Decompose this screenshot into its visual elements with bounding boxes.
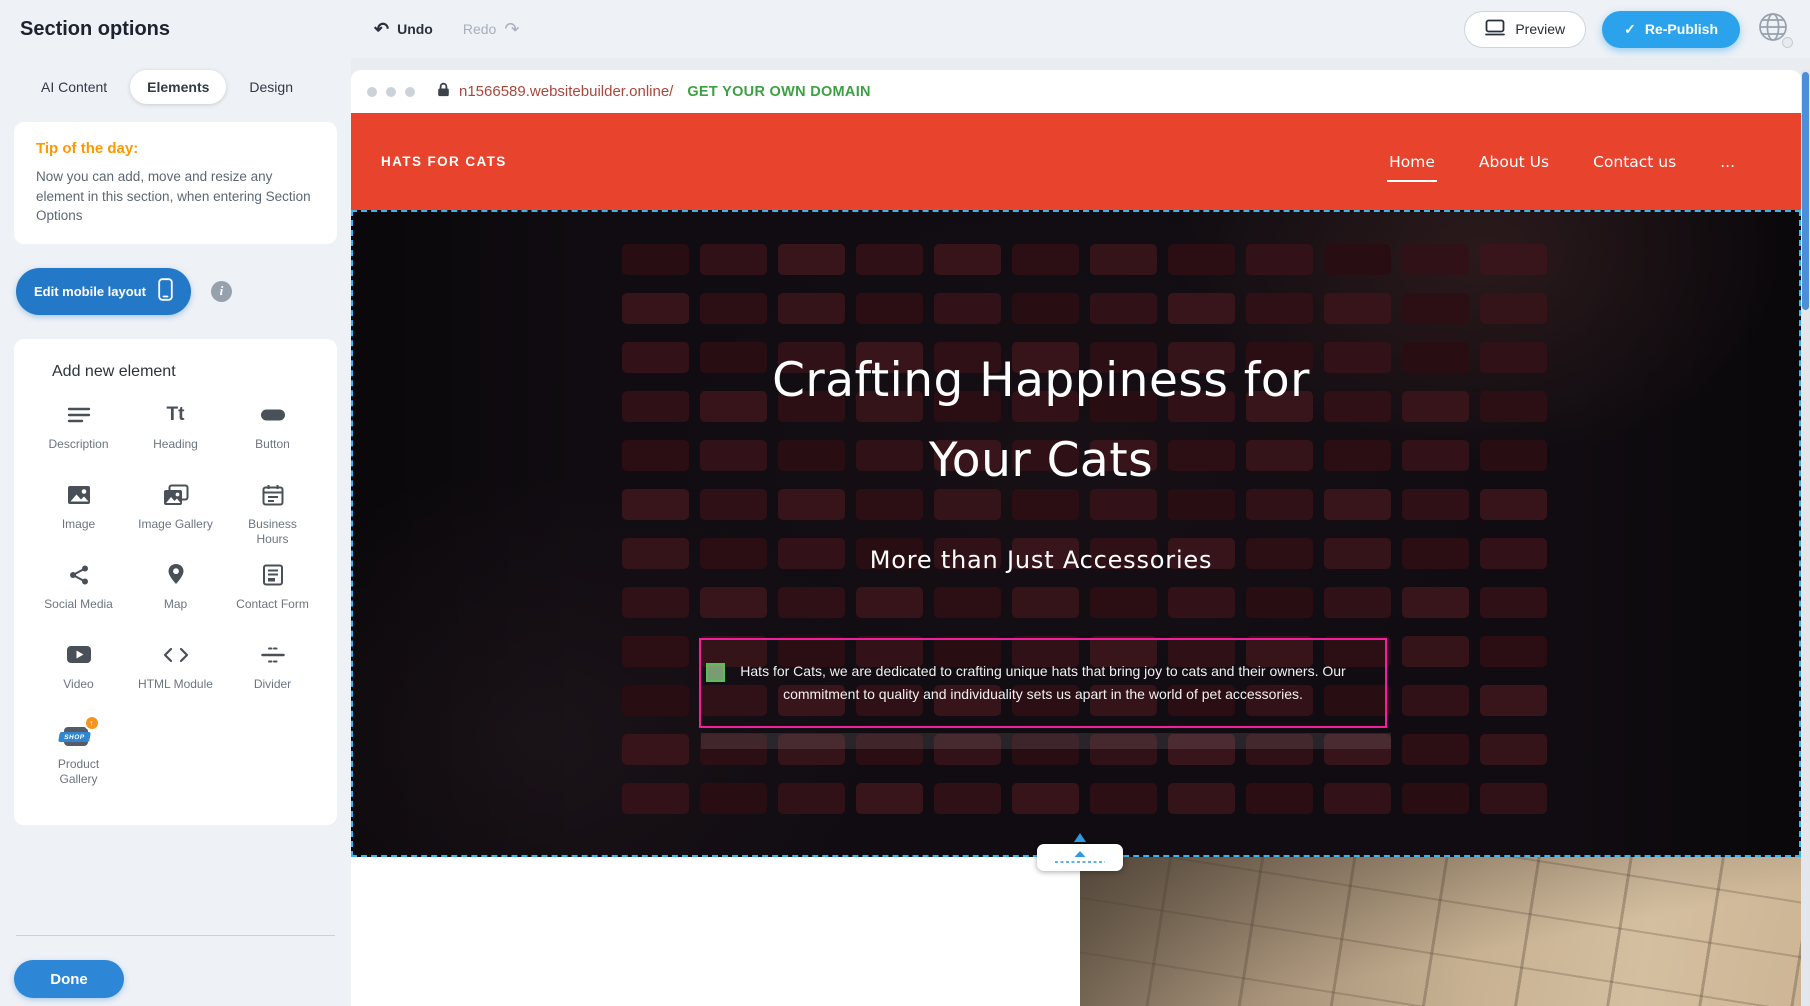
- page-title: Section options: [20, 18, 170, 41]
- editor-topbar: Section options ↶ Undo Redo ↷ Preview ✓ …: [0, 0, 1810, 58]
- phone-icon: [158, 278, 173, 304]
- paragraph-selection-box[interactable]: Hats for Cats, we are dedicated to craft…: [699, 638, 1387, 728]
- element-contact-form[interactable]: Contact Form: [224, 561, 321, 641]
- editor-canvas: n1566589.websitebuilder.online/ GET YOUR…: [351, 58, 1810, 1006]
- add-element-title: Add new element: [52, 363, 321, 381]
- site-nav: Home About Us Contact us ...: [1387, 147, 1737, 177]
- globe-badge: [1782, 37, 1793, 48]
- nav-about-us[interactable]: About Us: [1477, 147, 1551, 177]
- nav-more[interactable]: ...: [1718, 147, 1737, 177]
- edit-mobile-layout-button[interactable]: Edit mobile layout: [16, 268, 191, 315]
- language-globe-button[interactable]: [1756, 12, 1790, 46]
- button-icon: [260, 401, 286, 429]
- tab-ai-content[interactable]: AI Content: [24, 70, 124, 104]
- element-video[interactable]: Video: [30, 641, 127, 721]
- add-element-card: Add new element Description Tt Heading B…: [14, 339, 337, 825]
- topbar-actions: Preview ✓ Re-Publish: [1464, 11, 1790, 48]
- site-preview-window: n1566589.websitebuilder.online/ GET YOUR…: [351, 70, 1801, 1006]
- nav-contact-us[interactable]: Contact us: [1591, 147, 1678, 177]
- social-media-icon: [68, 561, 90, 589]
- site-page: HATS FOR CATS Home About Us Contact us .…: [351, 113, 1801, 1006]
- section-options-sidebar: AI Content Elements Design Tip of the da…: [0, 58, 351, 1006]
- element-drag-handle[interactable]: [706, 663, 725, 682]
- preview-label: Preview: [1515, 21, 1565, 37]
- element-business-hours[interactable]: Business Hours: [224, 481, 321, 561]
- pavement-photo: [1080, 857, 1801, 1006]
- site-url: n1566589.websitebuilder.online/: [459, 83, 673, 100]
- element-heading[interactable]: Tt Heading: [127, 401, 224, 481]
- hero-tile-grid: [622, 244, 1547, 814]
- element-button[interactable]: Button: [224, 401, 321, 481]
- tab-elements[interactable]: Elements: [130, 70, 226, 104]
- preview-button[interactable]: Preview: [1464, 11, 1586, 48]
- check-icon: ✓: [1624, 21, 1636, 38]
- monitor-icon: [1485, 19, 1505, 39]
- mobile-layout-row: Edit mobile layout i: [16, 268, 337, 315]
- element-image-gallery[interactable]: Image Gallery: [127, 481, 224, 561]
- map-icon: [167, 561, 185, 589]
- element-description[interactable]: Description: [30, 401, 127, 481]
- upgrade-arrow-icon: ↑: [84, 715, 100, 731]
- sidebar-tabs: AI Content Elements Design: [14, 70, 337, 104]
- redo-icon: ↷: [504, 20, 519, 38]
- ghost-element-bar: [701, 733, 1391, 749]
- hero-subheadline[interactable]: More than Just Accessories: [591, 544, 1491, 576]
- redo-button[interactable]: Redo ↷: [463, 20, 520, 38]
- nav-home[interactable]: Home: [1387, 147, 1437, 177]
- tab-design[interactable]: Design: [232, 70, 310, 104]
- redo-label: Redo: [463, 21, 496, 37]
- site-header[interactable]: HATS FOR CATS Home About Us Contact us .…: [351, 113, 1801, 210]
- divider-icon: [261, 641, 285, 669]
- done-button[interactable]: Done: [14, 960, 124, 998]
- element-html-module[interactable]: HTML Module: [127, 641, 224, 721]
- site-logo[interactable]: HATS FOR CATS: [381, 154, 507, 169]
- element-divider[interactable]: Divider: [224, 641, 321, 721]
- undo-button[interactable]: ↶ Undo: [374, 20, 433, 38]
- image-icon: [67, 481, 91, 509]
- product-gallery-icon: SHOP ↑: [62, 721, 96, 749]
- tip-body: Now you can add, move and resize any ele…: [36, 167, 311, 226]
- window-dots: [367, 87, 415, 97]
- republish-label: Re-Publish: [1645, 21, 1718, 37]
- browser-chrome: n1566589.websitebuilder.online/ GET YOUR…: [351, 70, 1801, 113]
- html-module-icon: [163, 641, 189, 669]
- lock-icon: [437, 82, 450, 102]
- edit-mobile-layout-label: Edit mobile layout: [34, 284, 146, 299]
- undo-label: Undo: [397, 21, 433, 37]
- element-grid: Description Tt Heading Button: [30, 401, 321, 801]
- undo-redo-group: ↶ Undo Redo ↷: [374, 0, 519, 58]
- canvas-scrollbar[interactable]: [1801, 70, 1810, 1006]
- sidebar-divider: [16, 935, 335, 936]
- info-icon[interactable]: i: [211, 281, 232, 302]
- republish-button[interactable]: ✓ Re-Publish: [1602, 11, 1740, 48]
- element-product-gallery[interactable]: SHOP ↑ Product Gallery: [30, 721, 127, 801]
- tip-of-the-day-card: Tip of the day: Now you can add, move an…: [14, 122, 337, 244]
- scrollbar-thumb[interactable]: [1802, 72, 1809, 310]
- element-social-media[interactable]: Social Media: [30, 561, 127, 641]
- contact-form-icon: [262, 561, 284, 589]
- get-domain-link[interactable]: GET YOUR OWN DOMAIN: [687, 84, 870, 100]
- video-icon: [66, 641, 92, 669]
- description-icon: [67, 401, 91, 429]
- hero-section-selected[interactable]: Crafting Happiness for Your Cats More th…: [351, 210, 1801, 857]
- image-gallery-icon: [163, 481, 189, 509]
- hero-headline[interactable]: Crafting Happiness for Your Cats: [591, 341, 1491, 501]
- hero-paragraph[interactable]: Hats for Cats, we are dedicated to craft…: [701, 660, 1385, 706]
- heading-icon: Tt: [167, 405, 185, 424]
- undo-icon: ↶: [374, 20, 389, 38]
- tip-title: Tip of the day:: [36, 140, 315, 157]
- section-resize-handle[interactable]: [1037, 844, 1123, 871]
- element-map[interactable]: Map: [127, 561, 224, 641]
- next-section: [351, 857, 1801, 1006]
- business-hours-icon: [262, 481, 284, 509]
- shop-badge: SHOP: [63, 733, 85, 740]
- element-image[interactable]: Image: [30, 481, 127, 561]
